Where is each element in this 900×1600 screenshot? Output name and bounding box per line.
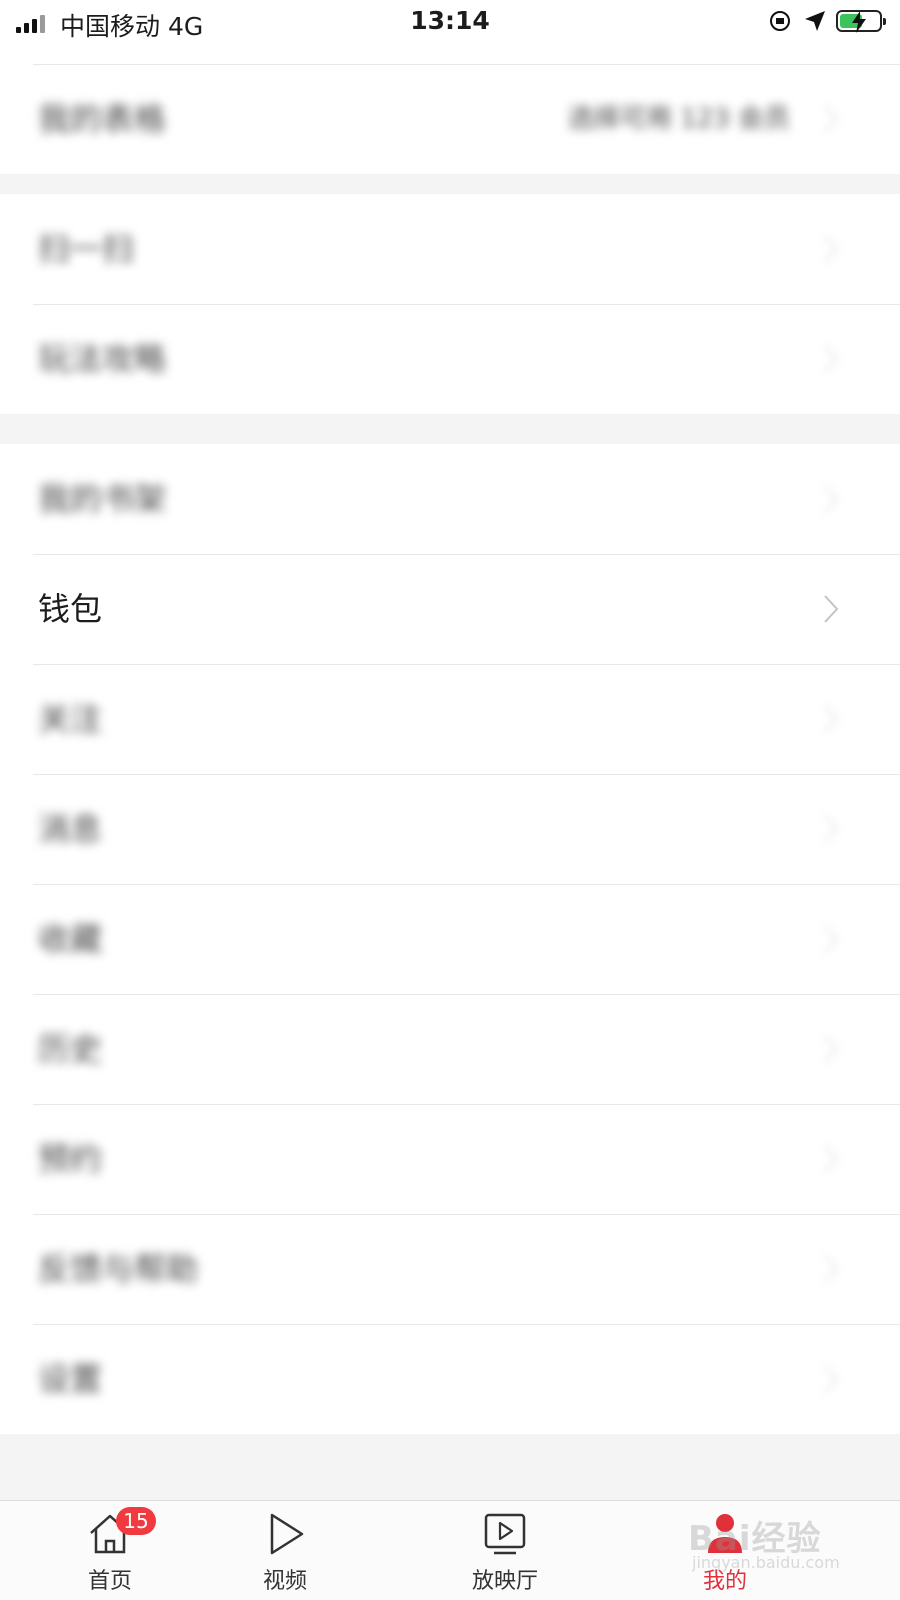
tab-label: 放映厅	[471, 1569, 538, 1594]
chevron-right-icon	[824, 925, 839, 953]
menu-item-label: 玩法攻略	[38, 340, 167, 378]
row-divider	[33, 884, 900, 885]
row-divider	[33, 664, 900, 665]
menu-item-value: 选择可用 123 会员	[567, 104, 790, 134]
battery-icon	[836, 10, 886, 33]
menu-item[interactable]: 消息	[0, 774, 900, 884]
notification-badge: 15	[116, 1507, 156, 1535]
menu-item[interactable]: 收藏	[0, 884, 900, 994]
menu-item-label: 收藏	[38, 920, 103, 958]
tab-home[interactable]: 15 首页	[40, 1501, 180, 1600]
menu-item-label: 我的书架	[38, 480, 167, 518]
chevron-right-icon	[824, 1255, 839, 1283]
row-divider	[33, 1324, 900, 1325]
row-divider	[33, 1104, 900, 1105]
menu-item-label: 消息	[38, 810, 103, 848]
menu-item-label: 我的表格	[38, 100, 167, 138]
section-gap	[0, 174, 900, 194]
chevron-right-icon	[824, 235, 839, 263]
menu-item[interactable]: 关注	[0, 664, 900, 774]
menu-item-label: 钱包	[38, 590, 103, 628]
chevron-right-icon	[824, 105, 839, 133]
play-icon	[270, 1513, 304, 1555]
tab-profile[interactable]: 我的	[655, 1501, 795, 1600]
chevron-right-icon	[824, 1145, 839, 1173]
orientation-lock-icon	[770, 11, 790, 31]
location-arrow-icon	[805, 11, 825, 31]
menu-item[interactable]: 我的表格 选择可用 123 会员	[0, 64, 900, 174]
tab-screening-room[interactable]: 放映厅	[435, 1501, 575, 1600]
menu-item-label: 反馈与帮助	[38, 1250, 199, 1288]
menu-item-label: 扫一扫	[38, 230, 135, 268]
chevron-right-icon	[824, 1035, 839, 1063]
menu-item-label: 历史	[38, 1030, 103, 1068]
menu-item[interactable]: 反馈与帮助	[0, 1214, 900, 1324]
tab-label: 首页	[87, 1569, 132, 1594]
tab-label: 我的	[702, 1569, 747, 1594]
chevron-right-icon	[824, 1365, 839, 1393]
status-bar: 中国移动 4G 13:14	[0, 0, 900, 46]
menu-item[interactable]: 钱包	[0, 554, 900, 664]
chevron-right-icon	[824, 815, 839, 843]
menu-section: 扫一扫 玩法攻略	[0, 194, 900, 414]
menu-item[interactable]: 玩法攻略	[0, 304, 900, 414]
menu-item[interactable]: 设置	[0, 1324, 900, 1434]
chevron-right-icon	[824, 705, 839, 733]
clock: 13:14	[410, 6, 490, 35]
row-divider	[33, 774, 900, 775]
chevron-right-icon	[824, 485, 839, 513]
profile-icon	[708, 1514, 742, 1553]
phone-screen: 中国移动 4G 13:14 我的表格 选择可用 123 会员扫一扫玩法攻略我的书架…	[0, 0, 900, 1600]
menu-section: 我的表格 选择可用 123 会员	[0, 46, 900, 174]
section-gap	[0, 414, 900, 444]
row-divider	[33, 994, 900, 995]
menu-item[interactable]: 预约	[0, 1104, 900, 1214]
menu-item-label: 关注	[38, 700, 103, 738]
menu-section: 我的书架钱包关注消息收藏历史预约反馈与帮助设置	[0, 444, 900, 1434]
bottom-tab-bar: 15 首页 视频 放映厅 我的 Bai经验 jingyan.baidu.com	[0, 1500, 900, 1600]
chevron-right-icon	[824, 595, 839, 623]
menu-item[interactable]: 扫一扫	[0, 194, 900, 304]
tab-label: 视频	[262, 1569, 307, 1594]
screening-room-icon	[484, 1513, 526, 1555]
chevron-right-icon	[824, 345, 839, 373]
menu-item[interactable]: 我的书架	[0, 444, 900, 554]
menu-item-label: 设置	[38, 1360, 103, 1398]
menu-item[interactable]: 历史	[0, 994, 900, 1104]
menu-item-label: 预约	[38, 1140, 103, 1178]
tab-video[interactable]: 视频	[215, 1501, 355, 1600]
row-divider	[33, 554, 900, 555]
menu-list: 我的表格 选择可用 123 会员扫一扫玩法攻略我的书架钱包关注消息收藏历史预约反馈…	[0, 46, 900, 1434]
